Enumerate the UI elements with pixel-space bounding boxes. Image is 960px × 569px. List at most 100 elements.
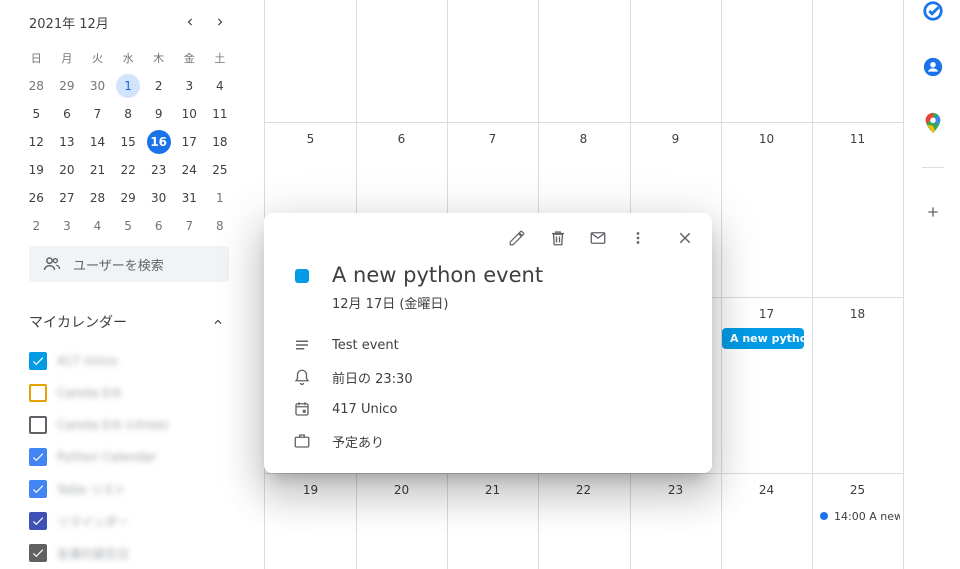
calendar-item[interactable]: 417 Unico — [29, 345, 168, 377]
mini-day[interactable]: 26 — [21, 184, 52, 212]
day-number[interactable]: 11 — [812, 132, 903, 146]
calendar-item[interactable]: Canola Erk — [29, 377, 168, 409]
day-number[interactable]: 25 — [812, 483, 903, 497]
day-number[interactable]: 23 — [630, 483, 721, 497]
previous-month-button[interactable] — [179, 11, 201, 33]
weekday-label: 水 — [122, 52, 134, 65]
mini-day[interactable]: 21 — [82, 156, 113, 184]
mini-day[interactable]: 9 — [143, 100, 174, 128]
email-guests-button[interactable] — [585, 225, 611, 251]
calendar-item[interactable]: Canola Erk (chree) — [29, 409, 168, 441]
mini-day[interactable]: 28 — [82, 184, 113, 212]
tasks-icon[interactable] — [921, 0, 945, 23]
mini-day[interactable]: 8 — [113, 100, 144, 128]
delete-event-button[interactable] — [545, 225, 571, 251]
calendar-item[interactable]: ToDo リスト — [29, 473, 168, 505]
calendar-item[interactable]: Python Calendar — [29, 441, 168, 473]
mini-day[interactable]: 25 — [205, 156, 236, 184]
mini-day[interactable]: 27 — [52, 184, 83, 212]
people-search-input[interactable]: ユーザーを検索 — [29, 246, 229, 282]
day-number[interactable]: 19 — [265, 483, 356, 497]
calendar-checkbox[interactable] — [29, 544, 47, 562]
mini-day-label: 20 — [59, 163, 75, 177]
mini-day[interactable]: 7 — [174, 212, 205, 240]
mini-day[interactable]: 28 — [21, 72, 52, 100]
mini-day[interactable]: 2 — [143, 72, 174, 100]
mini-day[interactable]: 6 — [52, 100, 83, 128]
mini-day[interactable]: 15 — [113, 128, 144, 156]
event-calendar-row: 417 Unico — [292, 399, 397, 419]
mini-day[interactable]: 3 — [174, 72, 205, 100]
edit-event-button[interactable] — [504, 225, 530, 251]
calendar-item[interactable]: 友達の誕生日 — [29, 537, 168, 569]
event-item[interactable]: 14:00 A new python event — [820, 508, 900, 524]
day-number[interactable]: 24 — [721, 483, 812, 497]
mini-day-label: 30 — [89, 79, 106, 93]
mini-day[interactable]: 8 — [205, 212, 236, 240]
mini-day-label: 11 — [212, 107, 228, 121]
mini-day[interactable]: 18 — [205, 128, 236, 156]
mini-day[interactable]: 6 — [143, 212, 174, 240]
day-number[interactable]: 17 — [721, 307, 812, 321]
calendar-checkbox[interactable] — [29, 352, 47, 370]
mini-day[interactable]: 29 — [113, 184, 144, 212]
mini-day[interactable]: 3 — [52, 212, 83, 240]
calendar-item[interactable]: リマインダー — [29, 505, 168, 537]
next-month-button[interactable] — [209, 11, 231, 33]
mini-day[interactable]: 14 — [82, 128, 113, 156]
trash-icon — [552, 231, 564, 246]
day-number[interactable]: 21 — [447, 483, 538, 497]
contacts-icon[interactable] — [921, 55, 945, 79]
mini-day[interactable]: 23 — [143, 156, 174, 184]
mini-day[interactable]: 13 — [52, 128, 83, 156]
side-panel — [903, 0, 960, 569]
calendar-checkbox[interactable] — [29, 512, 47, 530]
calendar-checkbox[interactable] — [29, 416, 47, 434]
mini-day[interactable]: 5 — [21, 100, 52, 128]
calendar-checkbox[interactable] — [29, 448, 47, 466]
mini-day[interactable]: 5 — [113, 212, 144, 240]
mini-day[interactable]: 20 — [52, 156, 83, 184]
more-options-button[interactable] — [625, 225, 651, 251]
mini-day-selected[interactable]: 1 — [113, 72, 144, 100]
my-calendars-header[interactable]: マイカレンダー — [29, 311, 229, 333]
mini-day[interactable]: 19 — [21, 156, 52, 184]
event-title: A new python event — [332, 263, 544, 287]
check-icon — [32, 517, 44, 526]
mini-day[interactable]: 24 — [174, 156, 205, 184]
event-chip[interactable]: A new python event — [722, 328, 804, 349]
day-number[interactable]: 7 — [447, 132, 538, 146]
mini-day[interactable]: 12 — [21, 128, 52, 156]
mini-day[interactable]: 11 — [205, 100, 236, 128]
mini-day[interactable]: 22 — [113, 156, 144, 184]
mini-day-label: 28 — [89, 191, 106, 205]
mini-day-today[interactable]: 16 — [143, 128, 174, 156]
calendar-checkbox[interactable] — [29, 480, 47, 498]
mini-day[interactable]: 4 — [205, 72, 236, 100]
day-number[interactable]: 18 — [812, 307, 903, 321]
mini-day[interactable]: 30 — [82, 72, 113, 100]
mini-day[interactable]: 30 — [143, 184, 174, 212]
mini-day[interactable]: 1 — [205, 184, 236, 212]
mini-day-label: 26 — [28, 191, 44, 205]
day-number[interactable]: 8 — [538, 132, 629, 146]
mini-day[interactable]: 7 — [82, 100, 113, 128]
maps-icon[interactable] — [921, 111, 945, 135]
mini-day[interactable]: 10 — [174, 100, 205, 128]
day-number[interactable]: 10 — [721, 132, 812, 146]
mini-day[interactable]: 29 — [52, 72, 83, 100]
mini-day[interactable]: 31 — [174, 184, 205, 212]
mini-day[interactable]: 17 — [174, 128, 205, 156]
calendar-checkbox[interactable] — [29, 384, 47, 402]
day-number[interactable]: 9 — [630, 132, 721, 146]
mini-day[interactable]: 4 — [82, 212, 113, 240]
mini-day[interactable]: 2 — [21, 212, 52, 240]
add-addon-button[interactable] — [921, 200, 945, 224]
day-number[interactable]: 22 — [538, 483, 629, 497]
close-popup-button[interactable] — [672, 225, 698, 251]
day-number[interactable]: 5 — [265, 132, 356, 146]
day-number[interactable]: 20 — [356, 483, 447, 497]
day-number[interactable]: 6 — [356, 132, 447, 146]
event-availability-row: 予定あり — [292, 431, 384, 451]
my-calendars-list: 417 Unico Canola Erk Canola Erk (chree) … — [29, 345, 168, 569]
